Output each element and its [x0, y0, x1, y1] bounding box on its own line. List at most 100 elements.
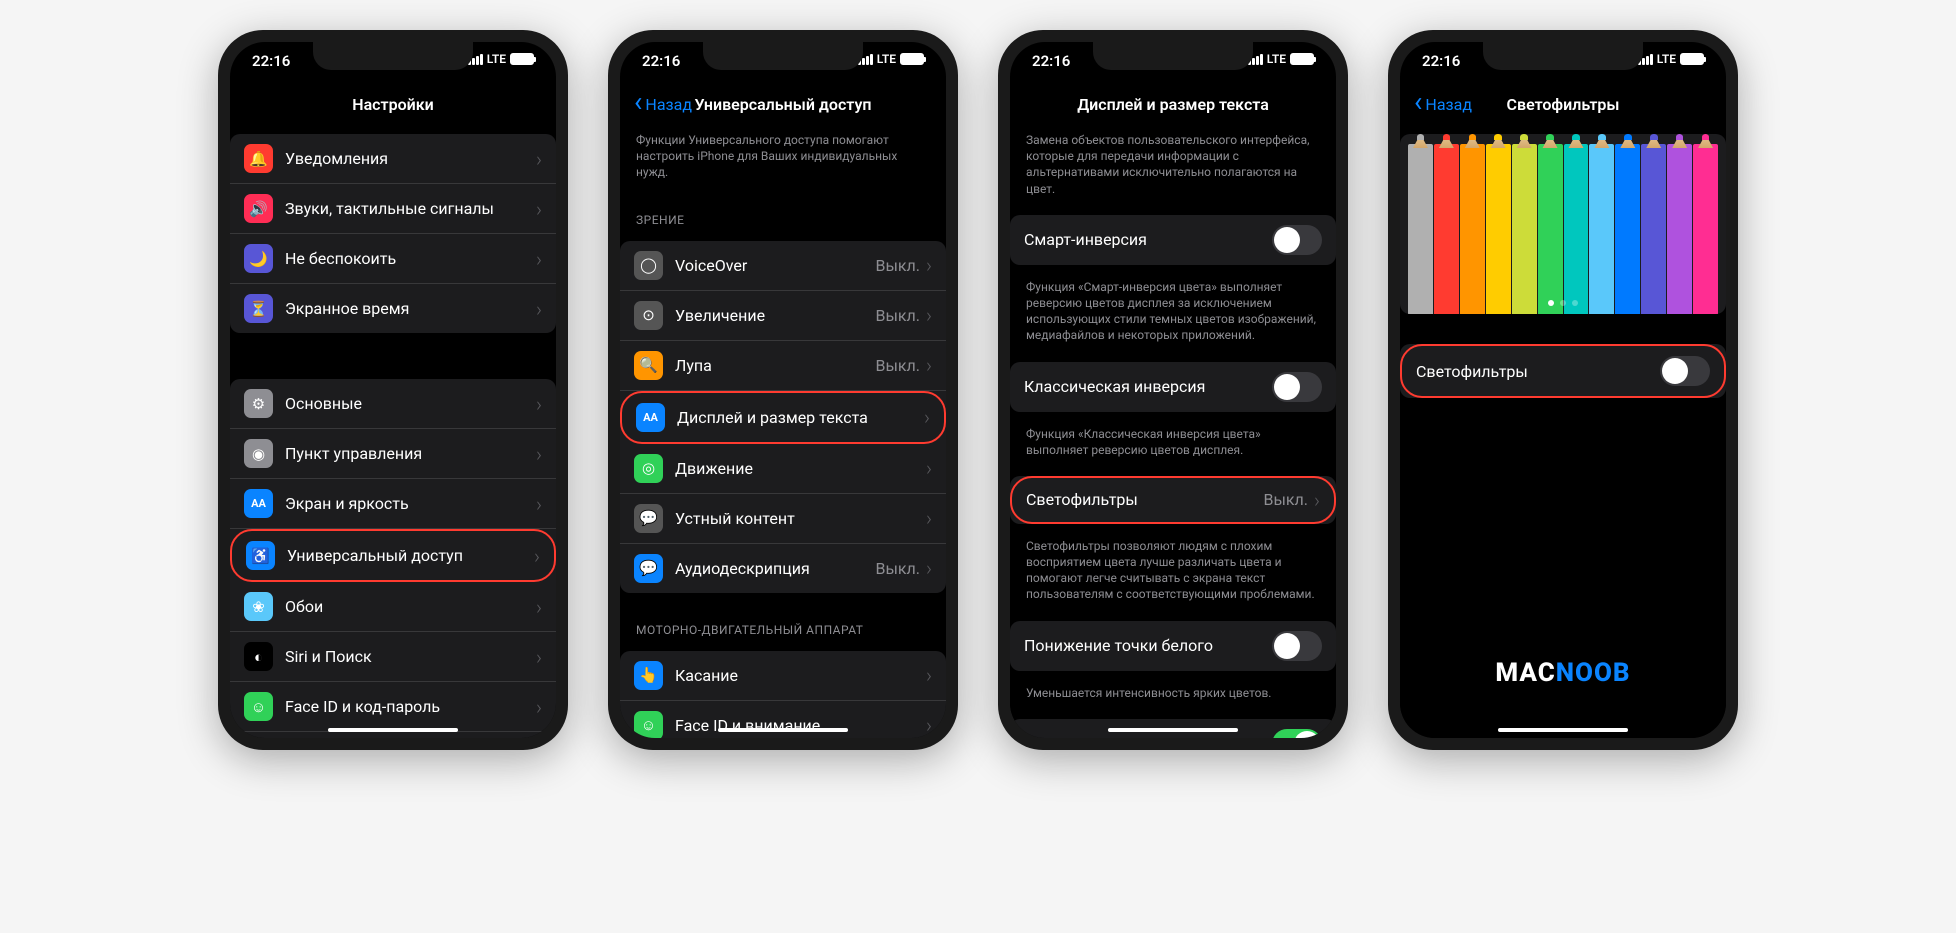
time-label: 22:16 [642, 52, 680, 70]
row-label: Дисплей и размер текста [677, 408, 924, 427]
settings-row[interactable]: Светофильтры [1400, 344, 1726, 398]
battery-icon [1290, 53, 1314, 65]
chevron-right-icon: › [926, 253, 932, 277]
row-icon: 🌙 [244, 244, 273, 273]
row-icon: 🔔 [244, 144, 273, 173]
pencil [1460, 144, 1485, 314]
settings-row[interactable]: ⚙Основные› [230, 379, 556, 429]
back-button[interactable]: Назад [634, 95, 692, 114]
page-title: Универсальный доступ [695, 95, 872, 114]
settings-row[interactable]: СветофильтрыВыкл.› [1010, 476, 1336, 524]
settings-group: ◯VoiceOverВыкл.›⊙УвеличениеВыкл.›🔍ЛупаВы… [620, 241, 946, 593]
chevron-right-icon: › [534, 544, 540, 568]
chevron-right-icon: › [924, 405, 930, 429]
row-value: Выкл. [876, 559, 921, 578]
settings-row[interactable]: ❀ Обои› [230, 582, 556, 632]
notch [1093, 42, 1253, 70]
page-title: Настройки [352, 95, 434, 114]
settings-row[interactable]: 👆 Касание› [620, 651, 946, 701]
row-label: Смарт-инверсия [1024, 230, 1272, 249]
notch [1483, 42, 1643, 70]
row-value: Выкл. [876, 256, 921, 275]
carrier-label: LTE [487, 52, 506, 66]
row-label: Аудиодескрипция [675, 559, 876, 578]
carrier-label: LTE [877, 52, 896, 66]
home-indicator[interactable] [1108, 728, 1238, 732]
settings-row[interactable]: ◯VoiceOverВыкл.› [620, 241, 946, 291]
pencil [1486, 144, 1511, 314]
row-icon: 👆 [634, 661, 663, 690]
settings-row[interactable]: AAДисплей и размер текста› [620, 391, 946, 444]
settings-row[interactable]: 🌙Не беспокоить› [230, 234, 556, 284]
toggle-switch[interactable] [1272, 631, 1322, 661]
row-label: Обои [285, 597, 536, 616]
row-label: Движение [675, 459, 926, 478]
settings-row[interactable]: SOSЭкстренный вызов — SOS› [230, 732, 556, 738]
row-value: Выкл. [876, 306, 921, 325]
settings-row[interactable]: Классическая инверсия [1010, 362, 1336, 412]
toggle-switch[interactable] [1272, 225, 1322, 255]
settings-row[interactable]: 🔔Уведомления› [230, 134, 556, 184]
settings-group: Светофильтры [1400, 344, 1726, 398]
chevron-right-icon: › [536, 595, 542, 619]
chevron-right-icon: › [536, 645, 542, 669]
settings-row[interactable]: ◎Движение› [620, 444, 946, 494]
settings-row[interactable]: ☺Face ID и внимание› [620, 701, 946, 738]
pencil [1693, 144, 1718, 314]
navbar: Назад Светофильтры [1400, 82, 1726, 126]
row-label: Экранное время [285, 299, 536, 318]
settings-row[interactable]: ⏳Экранное время› [230, 284, 556, 333]
settings-row[interactable]: Смарт-инверсия [1010, 215, 1336, 265]
chevron-right-icon: › [1314, 488, 1320, 512]
carrier-label: LTE [1267, 52, 1286, 66]
back-button[interactable]: Назад [1414, 95, 1472, 114]
home-indicator[interactable] [718, 728, 848, 732]
time-label: 22:16 [1032, 52, 1070, 70]
section-description: Светофильтры позволяют людям с плохим во… [1010, 532, 1336, 613]
settings-row[interactable]: ☺Face ID и код-пароль› [230, 682, 556, 732]
navbar: Настройки [230, 82, 556, 126]
toggle-switch[interactable] [1660, 356, 1710, 386]
settings-row[interactable]: AAЭкран и яркость› [230, 479, 556, 529]
chevron-right-icon: › [926, 556, 932, 580]
row-label: Звуки, тактильные сигналы [285, 199, 536, 218]
row-icon: ◯ [634, 251, 663, 280]
pencil [1538, 144, 1563, 314]
settings-row[interactable]: ⊙УвеличениеВыкл.› [620, 291, 946, 341]
settings-row[interactable]: 💬АудиодескрипцияВыкл.› [620, 544, 946, 593]
row-icon: 🔊 [244, 194, 273, 223]
pencil [1641, 144, 1666, 314]
settings-row[interactable]: 🔍ЛупаВыкл.› [620, 341, 946, 391]
phone-3-display-text: 22:16 LTE Дисплей и размер текста Замена… [998, 30, 1348, 750]
row-label: Увеличение [675, 306, 876, 325]
pencils-preview[interactable] [1400, 134, 1726, 314]
phone-4-color-filters: 22:16 LTE Назад Светофильтры Светофильтр… [1388, 30, 1738, 750]
battery-icon [900, 53, 924, 65]
chevron-right-icon: › [926, 713, 932, 737]
chevron-right-icon: › [536, 442, 542, 466]
settings-row[interactable]: ◐Siri и Поиск› [230, 632, 556, 682]
row-label: Уведомления [285, 149, 536, 168]
home-indicator[interactable] [328, 728, 458, 732]
toggle-switch[interactable] [1272, 729, 1322, 738]
notch [703, 42, 863, 70]
settings-group: Классическая инверсия [1010, 362, 1336, 412]
page-dots[interactable] [1548, 300, 1578, 306]
toggle-switch[interactable] [1272, 372, 1322, 402]
row-label: Касание [675, 666, 926, 685]
settings-group: ⚙Основные›◉Пункт управления›AAЭкран и яр… [230, 379, 556, 738]
row-label: Понижение точки белого [1024, 636, 1272, 655]
row-label: Siri и Поиск [285, 647, 536, 666]
settings-row[interactable]: ◉Пункт управления› [230, 429, 556, 479]
settings-row[interactable]: Понижение точки белого [1010, 621, 1336, 671]
settings-row[interactable]: 🔊Звуки, тактильные сигналы› [230, 184, 556, 234]
settings-row[interactable]: 💬Устный контент› [620, 494, 946, 544]
row-icon: ❀ [244, 592, 273, 621]
chevron-right-icon: › [926, 456, 932, 480]
settings-group: 👆Касание›☺Face ID и внимание›⊞Виртуальны… [620, 651, 946, 738]
home-indicator[interactable] [1498, 728, 1628, 732]
settings-row[interactable]: ♿Универсальный доступ› [230, 529, 556, 582]
chevron-right-icon: › [926, 663, 932, 687]
row-label: Основные [285, 394, 536, 413]
section-header: ЗРЕНИЕ [620, 191, 946, 233]
